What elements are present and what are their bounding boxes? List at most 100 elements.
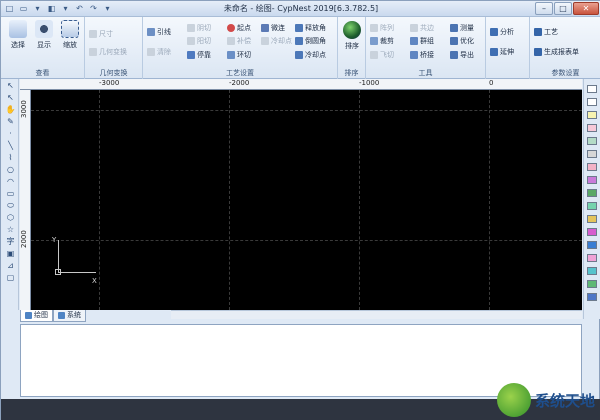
color-swatch[interactable] [587, 215, 597, 223]
bottom-tab-bar: 绘图 系统 [20, 310, 86, 322]
close-button[interactable]: ✕ [573, 2, 599, 15]
lead-in-button[interactable]: 引线 [147, 27, 171, 37]
bridge-label: 桥接 [420, 51, 434, 59]
tab-drawing-label: 绘图 [34, 311, 48, 319]
color-swatch[interactable] [587, 137, 597, 145]
drawing-canvas[interactable]: Y X [31, 90, 582, 310]
extend-label: 延伸 [500, 48, 514, 56]
common-edge-button[interactable]: 共边 [410, 23, 434, 33]
sort-group-label: 排序 [344, 69, 359, 77]
drawing-tab-icon [25, 312, 32, 319]
compensation-button[interactable]: 补偿 [227, 36, 251, 46]
star-icon[interactable]: ☆ [4, 224, 17, 235]
bridge-button[interactable]: 桥接 [410, 50, 434, 60]
eye-icon [35, 20, 53, 38]
fillet-button[interactable]: 倒圆角 [295, 36, 326, 46]
color-swatch[interactable] [587, 163, 597, 171]
polyline-icon[interactable]: ⌇ [4, 152, 17, 163]
color-swatch[interactable] [587, 241, 597, 249]
select-button[interactable]: 选择 [7, 20, 29, 50]
color-swatch[interactable] [587, 254, 597, 262]
point-icon[interactable]: · [4, 128, 17, 139]
trim-label: 裁剪 [380, 37, 394, 45]
frame-icon[interactable]: ▢ [4, 272, 17, 283]
pan-hand-icon[interactable]: ✋ [4, 104, 17, 115]
dimension-button[interactable]: 尺寸 [89, 29, 113, 39]
ribbon-group-view: 选择 显示 缩放 查看 [1, 17, 85, 79]
analyze-label: 分析 [500, 28, 514, 36]
generate-report-button[interactable]: 生成报表单 [534, 47, 579, 57]
display-button[interactable]: 显示 [33, 20, 55, 50]
color-swatch[interactable] [587, 280, 597, 288]
cooling-point-button-a[interactable]: 冷却点 [261, 36, 292, 46]
circle-icon[interactable]: ○ [4, 164, 17, 175]
dock-icon [187, 51, 195, 59]
start-point-button[interactable]: 起点 [227, 23, 251, 33]
pen-icon[interactable]: ✎ [4, 116, 17, 127]
polygon-icon[interactable]: ⬡ [4, 212, 17, 223]
extend-button[interactable]: 延伸 [490, 47, 514, 57]
fly-cut-button[interactable]: 飞切 [370, 50, 394, 60]
release-angle-icon [295, 24, 303, 32]
measure-button[interactable]: 测量 [450, 23, 474, 33]
color-swatch[interactable] [587, 111, 597, 119]
color-swatch[interactable] [587, 293, 597, 301]
ribbon: 选择 显示 缩放 查看 尺寸 几何变换 几何变换 引线 清除 阴切 阳切 停靠 … [1, 17, 600, 79]
process-params-button[interactable]: 工艺 [534, 27, 558, 37]
array-button[interactable]: 阵列 [370, 23, 394, 33]
analyze-button[interactable]: 分析 [490, 27, 514, 37]
color-swatch[interactable] [587, 150, 597, 158]
common-edge-label: 共边 [420, 24, 434, 32]
maximize-button[interactable]: □ [554, 2, 572, 15]
ruler-label-2000: 2000 [20, 230, 28, 248]
outer-cut-button[interactable]: 阳切 [187, 36, 211, 46]
vertical-ruler: 3000 2000 [20, 90, 31, 310]
export-icon [450, 51, 458, 59]
zoom-button[interactable]: 缩放 [59, 20, 81, 50]
measure-tool-icon[interactable]: ⊿ [4, 260, 17, 271]
clear-button[interactable]: 清除 [147, 47, 171, 57]
color-swatch[interactable] [587, 176, 597, 184]
tab-system[interactable]: 系统 [53, 310, 86, 322]
cooling-point-button[interactable]: 冷却点 [295, 50, 326, 60]
image-icon[interactable]: ▣ [4, 248, 17, 259]
minimize-button[interactable]: – [535, 2, 553, 15]
sort-button[interactable]: 排序 [341, 21, 363, 51]
rectangle-icon[interactable]: ▭ [4, 188, 17, 199]
optimize-button[interactable]: 优化 [450, 36, 474, 46]
color-swatch[interactable] [587, 189, 597, 197]
pointer-icon[interactable]: ↖ [4, 80, 17, 91]
color-swatch[interactable] [587, 85, 597, 93]
tab-drawing[interactable]: 绘图 [20, 310, 53, 322]
axis-x-label: X [92, 277, 97, 285]
group-button[interactable]: 群组 [410, 36, 434, 46]
select-label: 选择 [11, 41, 25, 49]
arc-icon[interactable]: ◠ [4, 176, 17, 187]
fly-cut-icon [370, 51, 378, 59]
dock-button[interactable]: 停靠 [187, 50, 211, 60]
horizontal-scrollbar[interactable] [171, 310, 582, 319]
color-swatch[interactable] [587, 202, 597, 210]
color-swatch[interactable] [587, 267, 597, 275]
inner-cut-label: 阴切 [197, 24, 211, 32]
color-swatch[interactable] [587, 228, 597, 236]
export-button[interactable]: 导出 [450, 50, 474, 60]
trim-button[interactable]: 裁剪 [370, 36, 394, 46]
ellipse-icon[interactable]: ⬭ [4, 200, 17, 211]
grid-line [99, 90, 100, 310]
ring-cut-button[interactable]: 环切 [227, 50, 251, 60]
node-edit-icon[interactable]: ↖ [4, 92, 17, 103]
text-icon[interactable]: 字 [4, 236, 17, 247]
origin-marker [55, 269, 61, 275]
ribbon-group-sort: 排序 排序 [338, 17, 366, 79]
color-swatch[interactable] [587, 124, 597, 132]
fly-cut-label: 飞切 [380, 51, 394, 59]
release-angle-button[interactable]: 释放角 [295, 23, 326, 33]
transform-icon [89, 48, 97, 56]
micro-joint-button[interactable]: 微连 [261, 23, 285, 33]
common-edge-icon [410, 24, 418, 32]
inner-cut-button[interactable]: 阴切 [187, 23, 211, 33]
geometry-transform-button[interactable]: 几何变换 [89, 47, 127, 57]
line-icon[interactable]: ╲ [4, 140, 17, 151]
color-swatch[interactable] [587, 98, 597, 106]
